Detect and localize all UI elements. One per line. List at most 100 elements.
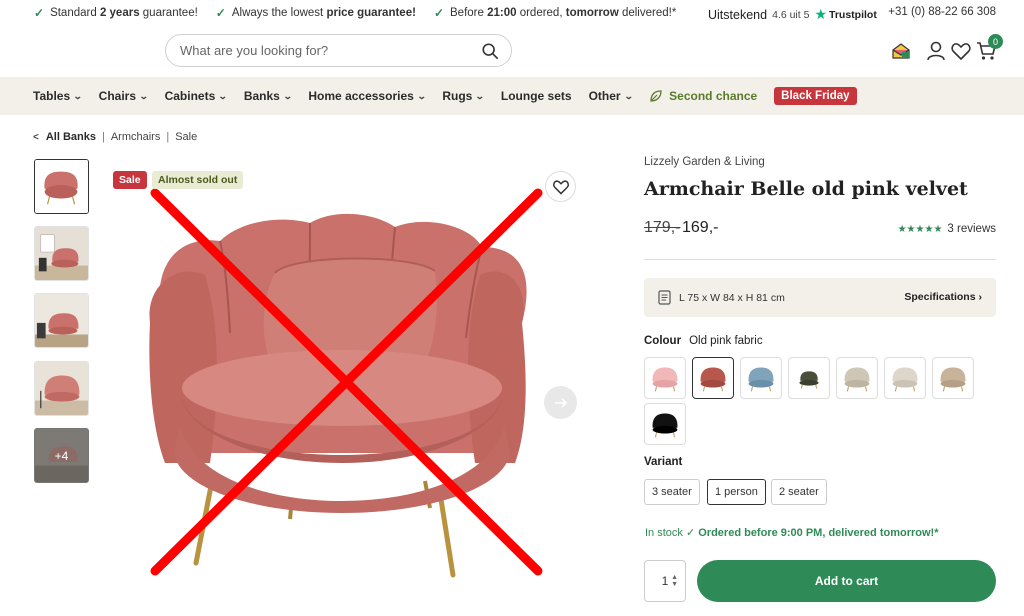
divider bbox=[644, 259, 996, 260]
nav-item-tables[interactable]: Tables ⌄ bbox=[33, 89, 83, 103]
breadcrumb-separator: | bbox=[101, 131, 105, 143]
chevron-down-icon: ⌄ bbox=[72, 90, 83, 101]
chevron-down-icon: ⌄ bbox=[218, 90, 228, 101]
second-chance-box-icon[interactable] bbox=[890, 40, 912, 62]
breadcrumb-all-banks[interactable]: All Banks bbox=[46, 131, 96, 143]
quantity-value: 1 bbox=[661, 574, 669, 588]
price-old: 179,- bbox=[644, 219, 681, 236]
leaf-icon bbox=[650, 90, 662, 102]
next-image-button[interactable] bbox=[544, 386, 577, 419]
colour-label: Colour Old pink fabric bbox=[644, 335, 763, 347]
colour-swatch-taupe[interactable] bbox=[932, 357, 974, 399]
product-brand[interactable]: Lizzely Garden & Living bbox=[644, 156, 765, 168]
colour-swatch-light-pink[interactable] bbox=[644, 357, 686, 399]
colour-swatch-blue[interactable] bbox=[740, 357, 782, 399]
check-icon: ✓ bbox=[34, 6, 45, 20]
thumbnail-4[interactable] bbox=[34, 361, 89, 416]
product-rating[interactable]: ★★★★★ 3 reviews bbox=[898, 223, 996, 235]
usp-price: ✓ Always the lowest price guarantee! bbox=[216, 6, 416, 20]
armchair-swatch-image bbox=[844, 367, 870, 392]
specifications-link[interactable]: Specifications › bbox=[904, 291, 982, 303]
specifications-box[interactable]: L 75 x W 84 x H 81 cm Specifications › bbox=[644, 278, 996, 317]
variant-2-seater-button[interactable]: 2 seater bbox=[771, 479, 827, 505]
check-icon: ✓ bbox=[433, 6, 444, 20]
chevron-down-icon: ⌄ bbox=[138, 90, 149, 101]
colour-selected-value: Old pink fabric bbox=[689, 335, 763, 347]
colour-swatch-beige[interactable] bbox=[836, 357, 878, 399]
breadcrumb-armchairs[interactable]: Armchairs bbox=[111, 131, 161, 143]
chevron-left-icon[interactable]: < bbox=[33, 132, 39, 143]
price-new: 169,- bbox=[682, 219, 719, 236]
nav-item-banks[interactable]: Banks ⌄ bbox=[243, 89, 293, 103]
usp-delivery: ✓ Before 21:00 ordered, tomorrow deliver… bbox=[434, 6, 676, 20]
nav-label: Banks bbox=[243, 89, 280, 103]
variant-3-seater-button[interactable]: 3 seater bbox=[644, 479, 700, 505]
thumbnail-1[interactable] bbox=[34, 159, 89, 214]
trustpilot-logo: Trustpilot bbox=[829, 8, 877, 21]
chevron-down-icon: ⌄ bbox=[416, 90, 427, 101]
armchair-swatch-image bbox=[652, 413, 678, 438]
colour-swatch-dark-green[interactable] bbox=[788, 357, 830, 399]
nav-label: Second chance bbox=[669, 89, 758, 103]
rating-stars: ★★★★★ bbox=[897, 223, 943, 235]
thumbnail-2[interactable] bbox=[34, 226, 89, 281]
breadcrumb-sale[interactable]: Sale bbox=[175, 131, 197, 143]
sale-badge: Sale bbox=[113, 171, 147, 189]
nav-item-second-chance[interactable]: Second chance bbox=[649, 89, 757, 103]
arrow-right-icon bbox=[554, 397, 567, 408]
search-icon[interactable] bbox=[481, 42, 499, 60]
thumbnail-more[interactable]: +4 bbox=[34, 428, 89, 483]
nav-item-lounge-sets[interactable]: Lounge sets bbox=[501, 89, 572, 103]
reviews-link[interactable]: 3 reviews bbox=[947, 223, 996, 235]
chevron-down-icon: ⌄ bbox=[623, 90, 634, 101]
room-thumb-image bbox=[35, 362, 88, 415]
nav-label: Chairs bbox=[98, 89, 137, 103]
nav-label: Home accessories bbox=[308, 89, 414, 103]
trustpilot-star-icon: ★ bbox=[814, 6, 827, 22]
product-title: Armchair Belle old pink velvet bbox=[644, 178, 968, 200]
add-to-cart-button[interactable]: Add to cart bbox=[697, 560, 996, 602]
product-main-image[interactable] bbox=[110, 163, 580, 603]
breadcrumb-separator: | bbox=[166, 131, 170, 143]
usp-text: Standard 2 years guarantee! bbox=[50, 7, 198, 19]
breadcrumb: < All Banks | Armchairs | Sale bbox=[33, 131, 197, 143]
armchair-swatch-image bbox=[892, 367, 918, 392]
colour-swatch-old-pink[interactable] bbox=[692, 357, 734, 399]
in-stock-label: In stock bbox=[645, 527, 683, 539]
nav-item-chairs[interactable]: Chairs ⌄ bbox=[98, 89, 149, 103]
add-to-wishlist-button[interactable] bbox=[545, 171, 576, 202]
quantity-stepper[interactable]: 1 ▲ ▼ bbox=[644, 560, 686, 602]
header: 0 bbox=[0, 26, 1024, 76]
nav-item-black-friday[interactable]: Black Friday bbox=[774, 87, 857, 105]
document-icon bbox=[658, 290, 671, 305]
main-nav: Tables ⌄ Chairs ⌄ Cabinets ⌄ Banks ⌄ Home ac… bbox=[0, 77, 1024, 115]
colour-swatch-cream[interactable] bbox=[884, 357, 926, 399]
armchair-thumb-image bbox=[35, 160, 88, 213]
chevron-right-icon: › bbox=[978, 291, 983, 303]
colour-label-title: Colour bbox=[644, 335, 682, 347]
stepper-arrows-icon[interactable]: ▲ ▼ bbox=[671, 574, 678, 588]
delivery-message: Ordered before 9:00 PM, delivered tomorr… bbox=[698, 527, 939, 539]
variant-1-person-button[interactable]: 1 person bbox=[707, 479, 766, 505]
nav-label: Cabinets bbox=[164, 89, 216, 103]
armchair-swatch-image bbox=[748, 367, 774, 392]
account-icon[interactable] bbox=[925, 40, 947, 62]
thumbnail-3[interactable] bbox=[34, 293, 89, 348]
nav-label: Tables bbox=[33, 89, 71, 103]
check-icon: ✓ bbox=[215, 6, 226, 20]
usp-text: Always the lowest price guarantee! bbox=[231, 7, 416, 19]
product-dimensions: L 75 x W 84 x H 81 cm bbox=[679, 291, 785, 304]
nav-item-cabinets[interactable]: Cabinets ⌄ bbox=[164, 89, 228, 103]
search-input[interactable] bbox=[180, 43, 470, 58]
colour-swatch-black[interactable] bbox=[644, 403, 686, 445]
wishlist-heart-icon[interactable] bbox=[950, 40, 972, 62]
usp-guarantee: ✓ Standard 2 years guarantee! bbox=[34, 6, 198, 20]
trustpilot-widget[interactable]: Uitstekend 4.6 uit 5 ★ Trustpilot bbox=[708, 6, 877, 23]
heart-icon bbox=[552, 179, 569, 195]
nav-item-other[interactable]: Other ⌄ bbox=[589, 89, 634, 103]
armchair-swatch-image bbox=[700, 367, 726, 392]
phone-number[interactable]: +31 (0) 88-22 66 308 bbox=[888, 6, 996, 18]
specifications-label: Specifications bbox=[904, 291, 976, 303]
nav-item-home-accessories[interactable]: Home accessories ⌄ bbox=[308, 89, 427, 103]
nav-item-rugs[interactable]: Rugs ⌄ bbox=[442, 89, 485, 103]
